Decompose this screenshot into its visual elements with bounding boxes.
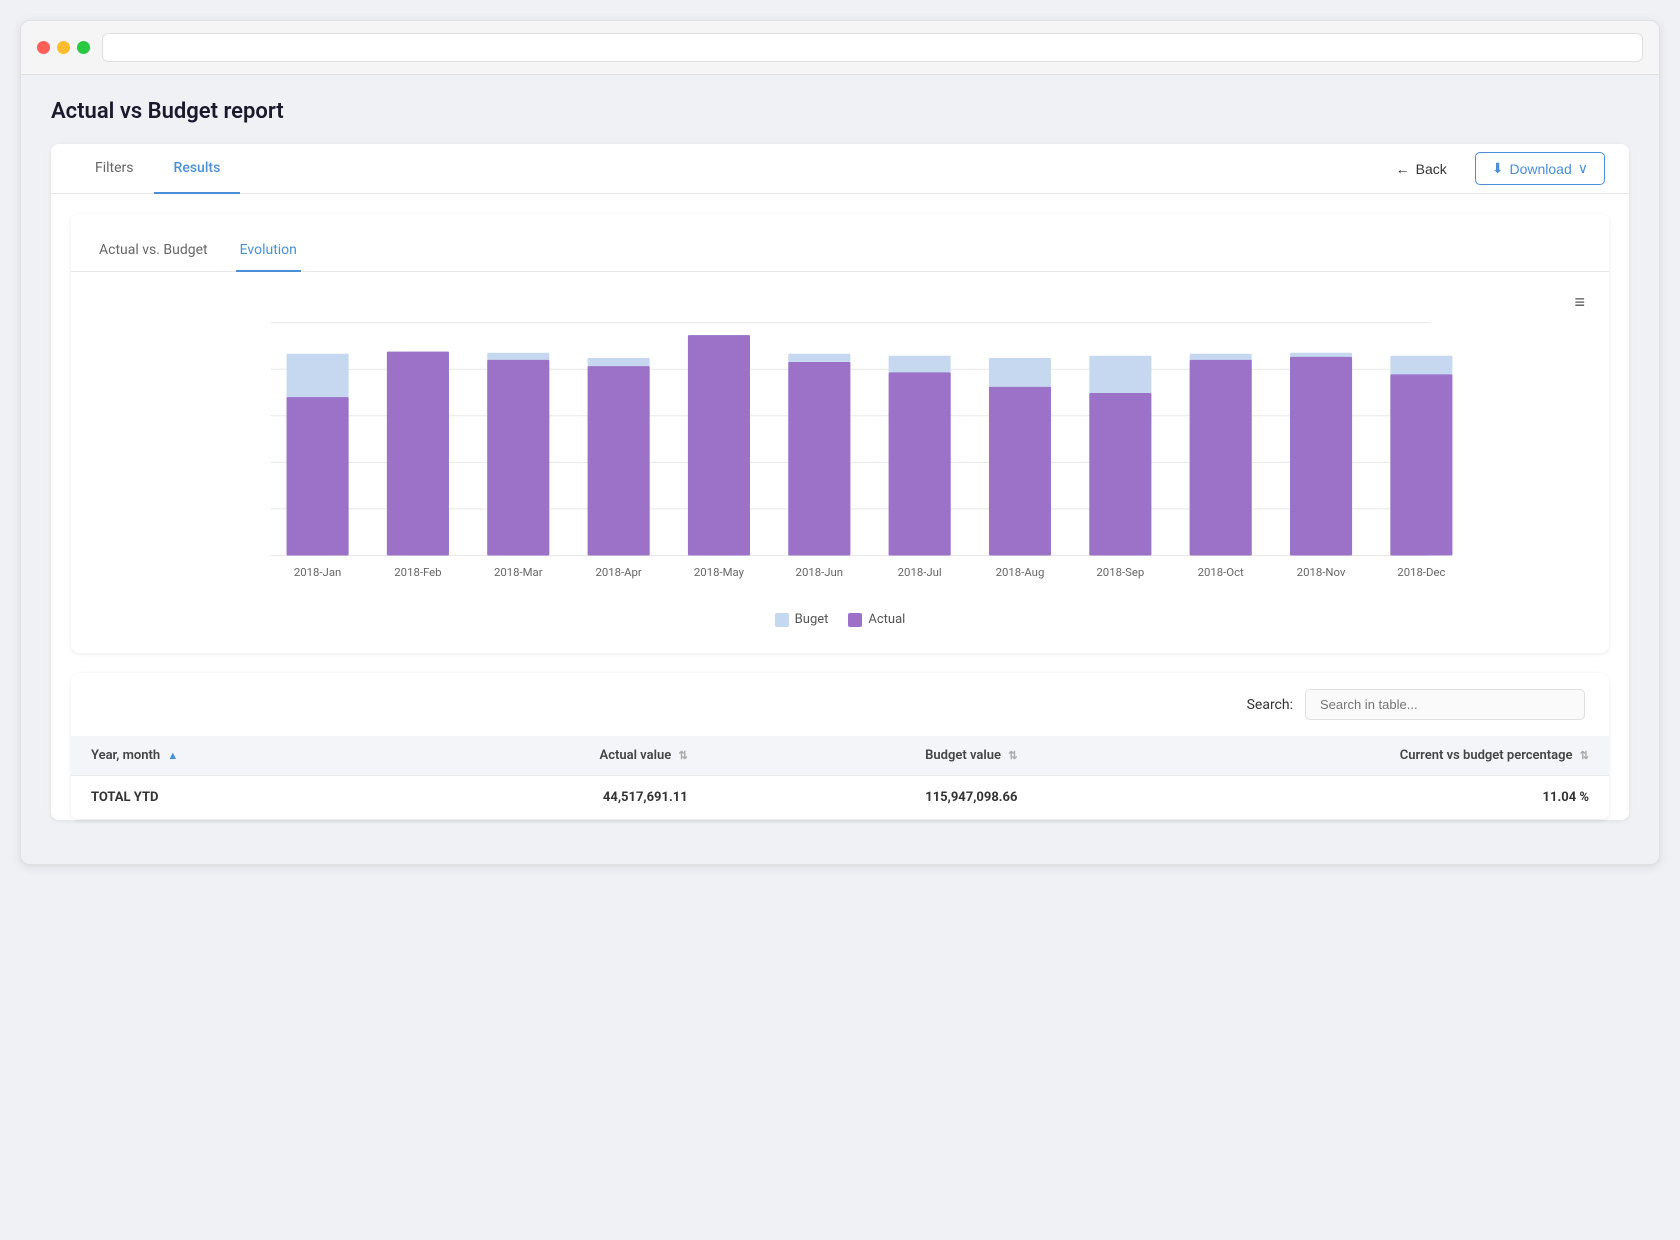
chart-card: Actual vs. Budget Evolution ≡ — [71, 214, 1609, 653]
sort-neutral-icon-actual[interactable]: ⇅ — [678, 749, 687, 762]
legend-actual-label: Actual — [868, 612, 905, 627]
legend-actual: Actual — [848, 612, 905, 627]
tab-evolution[interactable]: Evolution — [236, 230, 301, 272]
bar-chart: 2018-Jan 2018-Feb 2018-Mar — [91, 302, 1589, 602]
sort-neutral-icon-budget[interactable]: ⇅ — [1008, 749, 1017, 762]
download-icon: ⬇ — [1492, 160, 1504, 177]
svg-text:2018-Jun: 2018-Jun — [796, 565, 843, 579]
top-tabs-nav: Filters Results — [75, 144, 240, 193]
bar-jul-actual — [889, 372, 951, 555]
svg-text:2018-Dec: 2018-Dec — [1397, 565, 1445, 579]
chevron-down-icon: ∨ — [1578, 160, 1588, 177]
legend-budget: Buget — [775, 612, 829, 627]
bar-apr-actual — [588, 366, 650, 555]
minimize-button[interactable] — [57, 41, 70, 54]
bar-oct-actual — [1190, 360, 1252, 556]
col-actual-value: Actual value ⇅ — [388, 736, 707, 776]
cell-year-month: TOTAL YTD — [71, 776, 388, 820]
search-input[interactable] — [1305, 689, 1585, 720]
address-bar[interactable] — [102, 33, 1643, 62]
main-card: Filters Results ← Back ⬇ Download ∨ — [51, 144, 1629, 820]
svg-text:2018-May: 2018-May — [694, 565, 745, 579]
traffic-lights — [37, 41, 90, 54]
tabs-actions: ← Back ⬇ Download ∨ — [1380, 152, 1605, 185]
svg-text:2018-Jul: 2018-Jul — [898, 565, 942, 579]
search-label: Search: — [1247, 697, 1293, 713]
cell-percentage: 11.04 % — [1037, 776, 1609, 820]
back-arrow-icon: ← — [1396, 161, 1410, 177]
page-title: Actual vs Budget report — [51, 99, 1629, 124]
svg-text:2018-Aug: 2018-Aug — [996, 565, 1045, 579]
legend-budget-label: Buget — [795, 612, 829, 627]
bar-jan-actual — [287, 397, 349, 555]
table-row: TOTAL YTD 44,517,691.11 115,947,098.66 1… — [71, 776, 1609, 820]
svg-text:2018-Oct: 2018-Oct — [1198, 565, 1244, 579]
svg-text:2018-Apr: 2018-Apr — [595, 565, 641, 579]
top-tabs-header: Filters Results ← Back ⬇ Download ∨ — [51, 144, 1629, 194]
chart-legend: Buget Actual — [91, 602, 1589, 643]
back-button[interactable]: ← Back — [1380, 154, 1463, 184]
table-search-row: Search: — [71, 673, 1609, 736]
bar-mar-actual — [487, 360, 549, 556]
sort-neutral-icon-pct[interactable]: ⇅ — [1580, 749, 1589, 762]
bar-sep-actual — [1089, 393, 1151, 555]
bar-may-actual — [688, 335, 750, 555]
col-percentage: Current vs budget percentage ⇅ — [1037, 736, 1609, 776]
svg-text:2018-Feb: 2018-Feb — [394, 565, 441, 579]
svg-text:2018-Jan: 2018-Jan — [294, 565, 341, 579]
chart-tabs: Actual vs. Budget Evolution — [71, 230, 1609, 272]
bar-jun-actual — [788, 362, 850, 555]
maximize-button[interactable] — [77, 41, 90, 54]
bar-feb-actual — [387, 352, 449, 556]
tab-results[interactable]: Results — [154, 144, 241, 194]
svg-text:2018-Mar: 2018-Mar — [494, 565, 543, 579]
cell-actual-value: 44,517,691.11 — [388, 776, 707, 820]
legend-budget-color — [775, 613, 789, 627]
close-button[interactable] — [37, 41, 50, 54]
data-table: Year, month ▲ Actual value ⇅ Budget valu… — [71, 736, 1609, 820]
bar-dec-actual — [1390, 374, 1452, 555]
table-card: Search: Year, month ▲ Actual value ⇅ — [71, 673, 1609, 820]
cell-budget-value: 115,947,098.66 — [708, 776, 1038, 820]
table-header-row: Year, month ▲ Actual value ⇅ Budget valu… — [71, 736, 1609, 776]
download-button[interactable]: ⬇ Download ∨ — [1475, 152, 1605, 185]
chart-container: ≡ — [71, 272, 1609, 653]
browser-titlebar — [21, 21, 1659, 75]
page-content: Actual vs Budget report Filters Results … — [21, 75, 1659, 864]
bar-nov-actual — [1290, 357, 1352, 556]
legend-actual-color — [848, 613, 862, 627]
bar-aug-actual — [989, 387, 1051, 556]
chart-svg: 2018-Jan 2018-Feb 2018-Mar — [91, 302, 1589, 602]
svg-text:2018-Nov: 2018-Nov — [1297, 565, 1346, 579]
browser-window: Actual vs Budget report Filters Results … — [20, 20, 1660, 865]
col-budget-value: Budget value ⇅ — [708, 736, 1038, 776]
tab-filters[interactable]: Filters — [75, 144, 154, 194]
tab-actual-vs-budget[interactable]: Actual vs. Budget — [95, 230, 212, 272]
col-year-month: Year, month ▲ — [71, 736, 388, 776]
sort-asc-icon[interactable]: ▲ — [167, 749, 178, 762]
svg-text:2018-Sep: 2018-Sep — [1096, 565, 1144, 579]
